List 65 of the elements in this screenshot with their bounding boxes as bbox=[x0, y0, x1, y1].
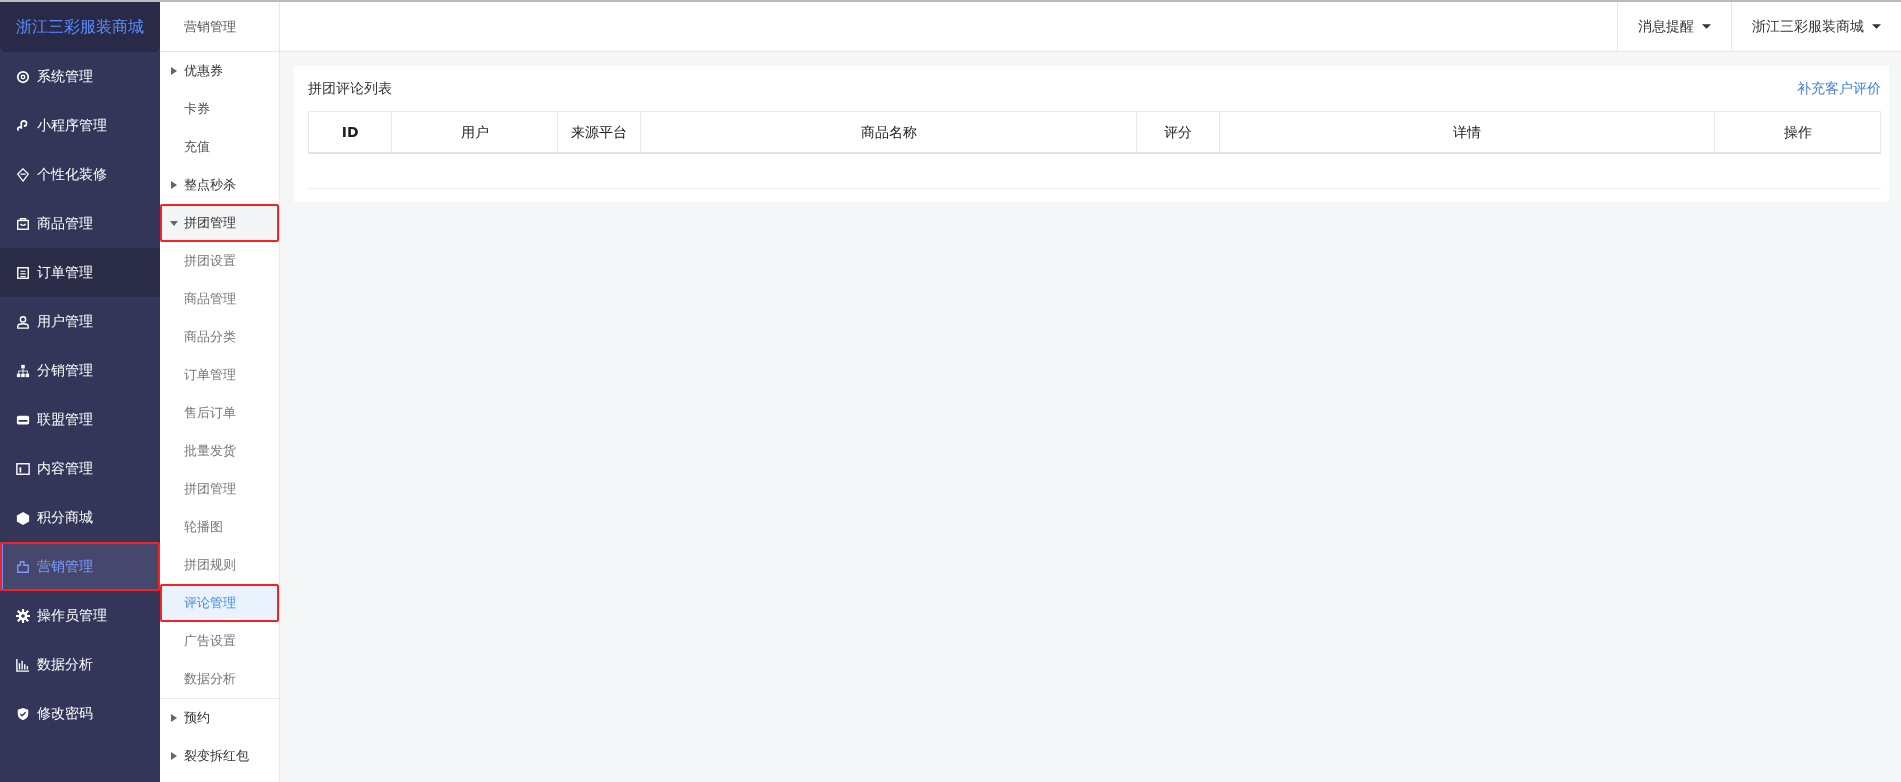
submenu-item[interactable]: 商品分类 bbox=[160, 318, 279, 356]
column-header: 详情 bbox=[1220, 112, 1716, 152]
sidebar-item[interactable]: 操作员管理 bbox=[0, 591, 160, 640]
submenu-item[interactable]: 广告设置 bbox=[160, 622, 279, 660]
submenu-item[interactable]: 充值 bbox=[160, 128, 279, 166]
caret-right-icon bbox=[170, 752, 178, 760]
panel-icon bbox=[16, 461, 30, 476]
caret-down-icon bbox=[1702, 22, 1711, 31]
submenu-item[interactable]: 拼团设置 bbox=[160, 242, 279, 280]
diamond-icon bbox=[16, 167, 30, 182]
submenu-item[interactable]: 售后订单 bbox=[160, 394, 279, 432]
sidebar-item[interactable]: 个性化装修 bbox=[0, 150, 160, 199]
submenu-title: 营销管理 bbox=[160, 2, 279, 52]
dropdown-menu-button[interactable]: 浙江三彩服装商城 bbox=[1731, 2, 1901, 51]
column-header: 评分 bbox=[1136, 112, 1221, 152]
sidebar-item[interactable]: 内容管理 bbox=[0, 444, 160, 493]
submenu-item[interactable]: 拼团规则 bbox=[160, 546, 279, 584]
submenu-item[interactable]: 批量发货 bbox=[160, 432, 279, 470]
sidebar-item[interactable]: 小程序管理 bbox=[0, 101, 160, 150]
puzzle-icon bbox=[16, 559, 30, 574]
settings-icon bbox=[16, 608, 30, 623]
submenu-item[interactable]: 卡券 bbox=[160, 90, 279, 128]
submenu-group[interactable]: 预约 bbox=[160, 699, 279, 737]
column-header: 商品名称 bbox=[641, 112, 1137, 152]
bag-icon bbox=[16, 216, 30, 231]
user-icon bbox=[16, 314, 30, 329]
brand-title: 浙江三彩服装商城 bbox=[0, 2, 160, 52]
submenu-item[interactable]: 商品管理 bbox=[160, 280, 279, 318]
sidebar-item[interactable]: 用户管理 bbox=[0, 297, 160, 346]
column-header: 操作 bbox=[1782, 122, 1813, 142]
add-review-link[interactable]: 补充客户评价 bbox=[1797, 78, 1881, 99]
sidebar-item[interactable]: 营销管理 bbox=[0, 542, 160, 591]
submenu-group[interactable]: 优惠券 bbox=[160, 52, 279, 90]
column-header: 来源平台 bbox=[558, 112, 642, 152]
caret-right-icon bbox=[170, 67, 178, 75]
submenu-group[interactable]: 整点秒杀 bbox=[160, 166, 279, 204]
sidebar-item[interactable]: 系统管理 bbox=[0, 52, 160, 101]
cube-icon bbox=[16, 510, 30, 525]
sidebar-item[interactable]: 修改密码 bbox=[0, 689, 160, 738]
submenu-item[interactable]: 订单管理 bbox=[160, 356, 279, 394]
sidebar-item[interactable]: 订单管理 bbox=[0, 248, 160, 297]
panel-title: 拼团评论列表 bbox=[308, 79, 392, 98]
sidebar-item[interactable]: 联盟管理 bbox=[0, 395, 160, 444]
sidebar-item[interactable]: 商品管理 bbox=[0, 199, 160, 248]
submenu-group[interactable]: 裂变拆红包 bbox=[160, 737, 279, 775]
hierarchy-icon bbox=[16, 363, 30, 378]
submenu-item[interactable]: 数据分析 bbox=[160, 660, 279, 698]
submenu-group[interactable]: 拼团管理 bbox=[160, 204, 279, 242]
caret-right-icon bbox=[170, 714, 178, 722]
sidebar-item[interactable]: 分销管理 bbox=[0, 346, 160, 395]
column-header: 用户 bbox=[392, 112, 559, 152]
column-header: ID bbox=[309, 112, 393, 152]
caret-down-icon bbox=[170, 219, 178, 227]
caret-right-icon bbox=[170, 181, 178, 189]
caret-down-icon bbox=[1872, 22, 1881, 31]
submenu-item[interactable]: 拼团管理 bbox=[160, 470, 279, 508]
shield-icon bbox=[16, 706, 30, 721]
submenu-item[interactable]: 轮播图 bbox=[160, 508, 279, 546]
sidebar-item[interactable]: 数据分析 bbox=[0, 640, 160, 689]
list-icon bbox=[16, 265, 30, 280]
sidebar-item[interactable]: 积分商城 bbox=[0, 493, 160, 542]
bar-chart-icon bbox=[16, 657, 30, 672]
link-icon bbox=[16, 118, 30, 133]
dropdown-menu-button[interactable]: 消息提醒 bbox=[1617, 2, 1731, 51]
gear-icon bbox=[16, 69, 30, 84]
